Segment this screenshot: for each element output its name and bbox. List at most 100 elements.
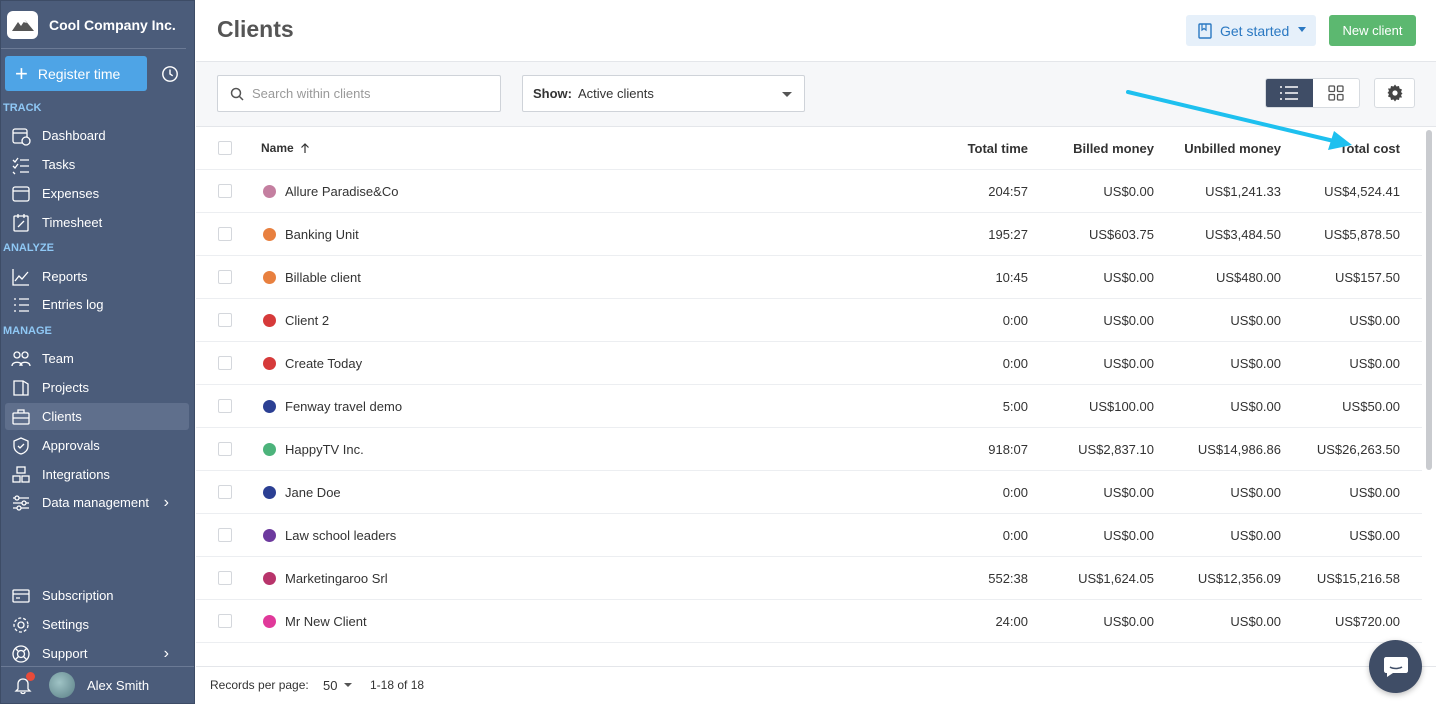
register-time-button[interactable]: + Register time <box>5 56 147 91</box>
column-header-name[interactable]: Name <box>261 141 310 155</box>
client-name[interactable]: Fenway travel demo <box>285 399 402 414</box>
avatar[interactable] <box>49 672 75 698</box>
sidebar-item-reports[interactable]: Reports <box>5 263 189 290</box>
company-header[interactable]: Cool Company Inc. <box>1 1 186 49</box>
total-cost-cell: US$720.00 <box>1334 613 1400 629</box>
sidebar-item-tasks[interactable]: Tasks <box>5 151 189 178</box>
row-checkbox[interactable] <box>218 614 232 628</box>
team-icon <box>11 350 31 366</box>
table-row[interactable]: Banking Unit 195:27 US$603.75 US$3,484.50 US… <box>196 213 1422 256</box>
table-row[interactable]: Create Today 0:00 US$0.00 US$0.00 US$0.00 <box>196 342 1422 385</box>
row-checkbox[interactable] <box>218 485 232 499</box>
client-color-dot <box>263 313 276 327</box>
row-checkbox[interactable] <box>218 528 232 542</box>
sidebar-item-entries-log[interactable]: Entries log <box>5 291 189 318</box>
column-header-total-cost[interactable]: Total cost <box>1296 141 1400 156</box>
table-row[interactable]: HappyTV Inc. 918:07 US$2,837.10 US$14,986.8… <box>196 428 1422 471</box>
list-view-button[interactable] <box>1266 79 1313 107</box>
grid-view-button[interactable] <box>1313 79 1360 107</box>
user-name[interactable]: Alex Smith <box>87 678 149 693</box>
sidebar-item-label: Entries log <box>42 297 104 312</box>
table-row[interactable]: Fenway travel demo 5:00 US$100.00 US$0.00 US… <box>196 385 1422 428</box>
sidebar-item-label: Integrations <box>42 467 110 482</box>
search-input[interactable] <box>252 86 482 101</box>
records-per-page-select[interactable]: 50 <box>323 678 353 693</box>
entries-log-icon <box>14 297 29 312</box>
row-checkbox[interactable] <box>218 399 232 413</box>
sidebar-item-subscription[interactable]: Subscription <box>5 582 189 609</box>
table-settings-button[interactable] <box>1374 78 1415 108</box>
row-checkbox[interactable] <box>218 571 232 585</box>
sidebar-item-settings[interactable]: Settings <box>5 611 189 638</box>
client-name[interactable]: Law school leaders <box>285 528 396 543</box>
client-name[interactable]: Allure Paradise&Co <box>285 184 398 199</box>
client-name[interactable]: Jane Doe <box>285 485 341 500</box>
view-toggle <box>1265 78 1360 108</box>
search-icon <box>230 87 244 101</box>
total-cost-cell: US$15,216.58 <box>1316 570 1400 586</box>
client-name[interactable]: Marketingaroo Srl <box>285 571 388 586</box>
section-track: TRACK <box>3 102 42 114</box>
table-scrollbar[interactable] <box>1426 130 1432 470</box>
total-cost-cell: US$0.00 <box>1349 312 1400 328</box>
table-row[interactable]: Marketingaroo Srl 552:38 US$1,624.05 US$12,… <box>196 557 1422 600</box>
client-name[interactable]: Mr New Client <box>285 614 367 629</box>
show-filter-select[interactable]: Show: Active clients <box>522 75 805 112</box>
arrow-up-icon <box>300 142 309 153</box>
client-name[interactable]: Banking Unit <box>285 227 359 242</box>
unbilled-money-cell: US$0.00 <box>1230 398 1281 414</box>
total-cost-cell: US$50.00 <box>1342 398 1400 414</box>
column-header-billed-money[interactable]: Billed money <box>1046 141 1154 156</box>
client-name[interactable]: Client 2 <box>285 313 329 328</box>
sidebar-item-label: Projects <box>42 380 89 395</box>
table-row[interactable]: Client 2 0:00 US$0.00 US$0.00 US$0.00 <box>196 299 1422 342</box>
get-started-button[interactable]: Get started <box>1186 15 1316 46</box>
sidebar-item-label: Settings <box>42 617 89 632</box>
client-name[interactable]: Billable client <box>285 270 361 285</box>
table-row[interactable]: Billable client 10:45 US$0.00 US$480.00 US$1… <box>196 256 1422 299</box>
row-checkbox[interactable] <box>218 313 232 327</box>
search-box[interactable] <box>217 75 501 112</box>
sidebar-item-dashboard[interactable]: Dashboard <box>5 122 189 149</box>
client-name[interactable]: Create Today <box>285 356 362 371</box>
book-icon <box>1198 22 1212 39</box>
sidebar-item-timesheet[interactable]: Timesheet <box>5 209 189 236</box>
sidebar-item-team[interactable]: Team <box>5 345 189 372</box>
table-header: Name Total time Billed money Unbilled mo… <box>196 127 1422 170</box>
row-checkbox[interactable] <box>218 356 232 370</box>
sidebar-item-clients[interactable]: Clients <box>5 403 189 430</box>
sidebar-item-approvals[interactable]: Approvals <box>5 432 189 459</box>
sidebar-item-support[interactable]: Support › <box>5 640 189 667</box>
sidebar-item-integrations[interactable]: Integrations <box>5 461 189 488</box>
records-range: 1-18 of 18 <box>370 678 425 692</box>
client-color-dot <box>263 614 276 628</box>
unbilled-money-cell: US$1,241.33 <box>1205 183 1281 199</box>
sidebar-item-label: Dashboard <box>42 128 106 143</box>
filter-bar: Show: Active clients <box>196 62 1436 127</box>
client-color-dot <box>263 399 276 413</box>
dashboard-icon <box>12 127 31 146</box>
table-row[interactable]: Mr New Client 24:00 US$0.00 US$0.00 US$720.0… <box>196 600 1422 643</box>
row-checkbox[interactable] <box>218 442 232 456</box>
row-checkbox[interactable] <box>218 184 232 198</box>
column-header-total-time[interactable]: Total time <box>896 141 1028 156</box>
sidebar-item-projects[interactable]: Projects <box>5 374 189 401</box>
table-row[interactable]: Law school leaders 0:00 US$0.00 US$0.00 US$0… <box>196 514 1422 557</box>
client-name[interactable]: HappyTV Inc. <box>285 442 364 457</box>
table-row[interactable]: Jane Doe 0:00 US$0.00 US$0.00 US$0.00 <box>196 471 1422 514</box>
chat-button[interactable] <box>1369 640 1422 693</box>
row-checkbox[interactable] <box>218 227 232 241</box>
column-header-unbilled-money[interactable]: Unbilled money <box>1166 141 1281 156</box>
billed-money-cell: US$0.00 <box>1103 613 1154 629</box>
notifications-button[interactable] <box>13 672 35 695</box>
history-icon[interactable] <box>161 65 179 83</box>
row-checkbox[interactable] <box>218 270 232 284</box>
sidebar-item-expenses[interactable]: Expenses <box>5 180 189 207</box>
page-title: Clients <box>217 16 294 42</box>
select-all-checkbox[interactable] <box>218 141 232 155</box>
unbilled-money-cell: US$12,356.09 <box>1197 570 1281 586</box>
table-row[interactable]: Allure Paradise&Co 204:57 US$0.00 US$1,241.… <box>196 170 1422 213</box>
sliders-icon <box>13 494 29 511</box>
new-client-button[interactable]: New client <box>1329 15 1416 46</box>
sidebar-item-data-management[interactable]: Data management › <box>5 489 189 516</box>
